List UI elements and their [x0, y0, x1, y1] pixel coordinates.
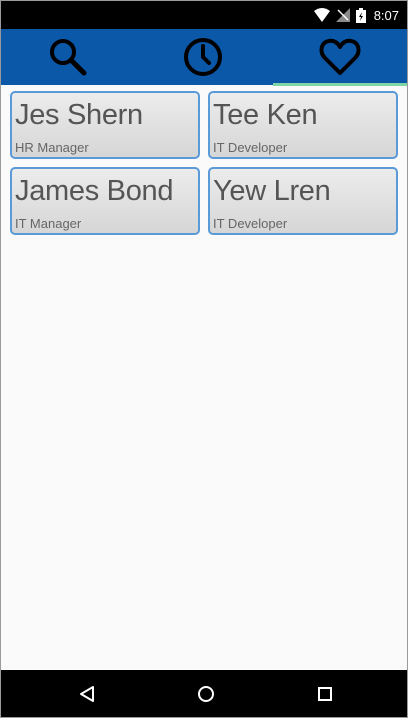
- tab-recent[interactable]: [136, 29, 270, 85]
- tab-search[interactable]: [1, 29, 135, 85]
- search-icon: [50, 39, 87, 76]
- contact-name: Tee Ken: [213, 99, 318, 131]
- contact-role: IT Manager: [15, 216, 82, 231]
- back-icon: [80, 686, 94, 702]
- status-bar: 8:07: [1, 1, 407, 29]
- contact-card[interactable]: Tee Ken IT Developer: [208, 91, 398, 159]
- battery-icon: [355, 7, 366, 23]
- heart-icon: [319, 38, 361, 75]
- home-icon: [198, 686, 214, 702]
- contact-card[interactable]: Yew Lren IT Developer: [208, 167, 398, 235]
- contact-role: IT Developer: [213, 216, 288, 231]
- tab-bar: [1, 29, 407, 85]
- tab-favorites[interactable]: [273, 29, 407, 85]
- status-time: 8:07: [373, 7, 399, 23]
- contact-card[interactable]: Jes Shern HR Manager: [10, 91, 200, 159]
- contact-role: IT Developer: [213, 140, 288, 155]
- contact-name: James Bond: [15, 175, 174, 207]
- contact-role: HR Manager: [15, 140, 89, 155]
- system-nav-bar: [1, 670, 407, 717]
- recent-apps-icon: [318, 687, 332, 701]
- contact-name: Yew Lren: [213, 175, 331, 207]
- tab-selected-indicator: [273, 83, 407, 86]
- contact-name: Jes Shern: [15, 99, 143, 131]
- recent-apps-button[interactable]: [305, 678, 345, 710]
- signal-icon: [335, 8, 350, 22]
- clock-icon: [184, 38, 222, 76]
- status-icons: 8:07: [313, 7, 399, 23]
- back-button[interactable]: [67, 678, 107, 710]
- home-button[interactable]: [186, 678, 226, 710]
- contact-card[interactable]: James Bond IT Manager: [10, 167, 200, 235]
- wifi-icon: [313, 8, 330, 22]
- app-screen: 8:07 Jes Shern HR Manager Tee Ken IT Dev…: [0, 0, 408, 718]
